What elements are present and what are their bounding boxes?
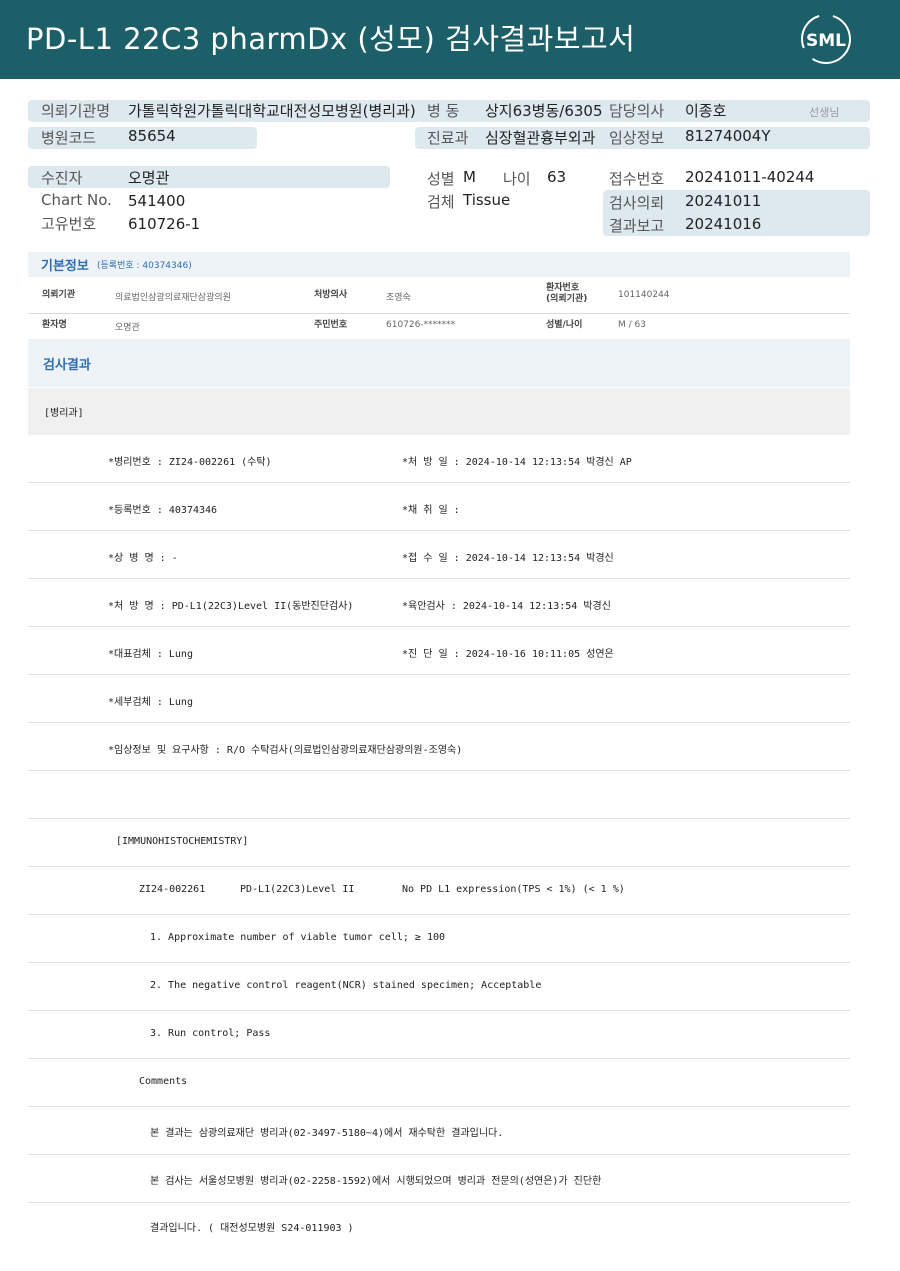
patient-number-label: 환자번호 (의뢰기관)	[546, 283, 587, 305]
sex-age-label: 성별/나이	[546, 320, 583, 330]
comments-label: Comments	[139, 1076, 188, 1087]
row-divider	[28, 722, 850, 723]
collection-date: *채 취 일 :	[402, 505, 460, 516]
registration-number-row: *등록번호 : 40374346	[108, 505, 218, 516]
row-divider	[28, 626, 850, 627]
requesting-institution-value: 의료법인삼광의료재단삼광의원	[115, 293, 231, 303]
chart-no-label: Chart No.	[41, 191, 112, 209]
age-label: 나이	[503, 170, 531, 188]
age-value: 63	[547, 168, 567, 186]
receipt-date: *접 수 일 : 2024-10-14 12:13:54 박경신	[402, 553, 614, 564]
ihc-result: No PD L1 expression(TPS < 1%) (< 1 %)	[402, 884, 625, 895]
report-header: PD-L1 22C3 pharmDx (성모) 검사결과보고서 SML	[0, 0, 900, 79]
detailed-specimen: *세부검체 : Lung	[108, 697, 193, 708]
patient-number-label-line2: (의뢰기관)	[546, 294, 588, 304]
ihc-item-2: 2. The negative control reagent(NCR) sta…	[150, 980, 542, 991]
gross-exam-date: *육안검사 : 2024-10-14 12:13:54 박경신	[402, 601, 611, 612]
hospital-code-label: 병원코드	[41, 129, 97, 147]
clinical-info-label: 임상정보	[609, 129, 665, 147]
prescription-date: *처 방 일 : 2024-10-14 12:13:54 박경신 AP	[402, 457, 632, 468]
comment-line-3: 결과입니다. ( 대전성모병원 S24-011903 )	[150, 1223, 354, 1234]
dept-value: 심장혈관흉부외과	[485, 129, 596, 147]
request-date-value: 20241011	[685, 192, 762, 210]
clinical-info-request: *임상정보 및 요구사항 : R/O 수탁검사(의료법인삼광의료재단삼광의원-조…	[108, 745, 463, 756]
unique-no-label: 고유번호	[41, 215, 97, 233]
ihc-header: [IMMUNOHISTOCHEMISTRY]	[116, 836, 249, 847]
patient-name-value: 오명관	[115, 323, 140, 333]
dept-label: 진료과	[427, 129, 469, 147]
report-date-value: 20241016	[685, 215, 762, 233]
row-divider	[28, 530, 850, 531]
prescribing-doctor-label: 처방의사	[314, 290, 348, 300]
results-title: 검사결과	[43, 358, 91, 373]
doctor-value: 이종호	[685, 102, 727, 120]
chart-no-value: 541400	[128, 192, 186, 210]
row-divider	[28, 1106, 850, 1107]
hospital-code-value: 85654	[128, 127, 176, 145]
pathology-section-label: [병리과]	[44, 408, 84, 419]
basic-info-divider	[28, 313, 850, 314]
row-divider	[28, 1202, 850, 1203]
unique-no-value: 610726-1	[128, 215, 201, 233]
row-divider	[28, 1058, 850, 1059]
ihc-item-3: 3. Run control; Pass	[150, 1028, 271, 1039]
ward-value: 상지63병동/6305	[485, 102, 603, 120]
prescribing-doctor-value: 조영숙	[386, 293, 411, 303]
receipt-no-value: 20241011-40244	[685, 168, 815, 186]
pathology-number: *병리번호 : ZI24-002261 (수탁)	[108, 457, 272, 468]
patient-name-label: 환자명	[42, 320, 67, 330]
report-date-label: 결과보고	[609, 217, 665, 235]
ihc-case-id: ZI24-002261	[139, 884, 206, 895]
row-divider	[28, 914, 850, 915]
patient-number-value: 101140244	[618, 290, 670, 300]
resident-number-value: 610726-*******	[386, 320, 456, 330]
patient-value: 오명관	[128, 169, 170, 187]
prescription-name: *처 방 명 : PD-L1(22C3)Level II(동반진단검사)	[108, 601, 354, 612]
patient-label: 수진자	[41, 169, 83, 187]
basic-info-title: 기본정보	[41, 259, 89, 274]
ihc-item-1: 1. Approximate number of viable tumor ce…	[150, 932, 446, 943]
diagnosis-date: *진 단 일 : 2024-10-16 10:11:05 성연은	[402, 649, 614, 660]
results-header	[28, 339, 850, 387]
row-divider	[28, 1154, 850, 1155]
representative-specimen: *대표검체 : Lung	[108, 649, 193, 660]
row-divider	[28, 818, 850, 819]
ihc-test-name: PD-L1(22C3)Level II	[240, 884, 355, 895]
sex-value: M	[463, 168, 476, 186]
sex-label: 성별	[427, 170, 455, 188]
specimen-value: Tissue	[463, 191, 511, 209]
sex-age-value: M / 63	[618, 320, 646, 330]
teacher-suffix: 선생님	[809, 106, 840, 119]
pathology-section-band	[28, 388, 850, 435]
receipt-no-label: 접수번호	[609, 170, 665, 188]
specimen-label: 검체	[427, 193, 455, 211]
svg-text:SML: SML	[806, 31, 846, 51]
requesting-institution-label: 의뢰기관	[42, 290, 76, 300]
request-date-label: 검사의뢰	[609, 194, 665, 212]
clinical-info-value: 81274004Y	[685, 127, 771, 145]
row-divider	[28, 482, 850, 483]
institution-label: 의뢰기관명	[41, 102, 111, 120]
comment-line-2: 본 검사는 서울성모병원 병리과(02-2258-1592)에서 시행되었으며 …	[150, 1176, 602, 1187]
registration-number: (등록번호 : 40374346)	[97, 261, 192, 271]
row-divider	[28, 674, 850, 675]
comment-line-1: 본 결과는 삼광의료재단 병리과(02-3497-5180~4)에서 재수탁한 …	[150, 1128, 504, 1139]
row-divider	[28, 962, 850, 963]
row-divider	[28, 866, 850, 867]
diagnosis-name: *상 병 명 : -	[108, 553, 178, 564]
patient-number-label-line1: 환자번호	[546, 283, 580, 293]
report-title: PD-L1 22C3 pharmDx (성모) 검사결과보고서	[26, 22, 636, 56]
row-divider	[28, 578, 850, 579]
row-divider	[28, 1010, 850, 1011]
doctor-label: 담당의사	[609, 102, 665, 120]
ward-label: 병 동	[427, 102, 460, 120]
resident-number-label: 주민번호	[314, 320, 348, 330]
row-divider	[28, 770, 850, 771]
institution-value: 가톨릭학원가톨릭대학교대전성모병원(병리과)	[128, 102, 416, 120]
sml-logo: SML	[801, 14, 851, 64]
